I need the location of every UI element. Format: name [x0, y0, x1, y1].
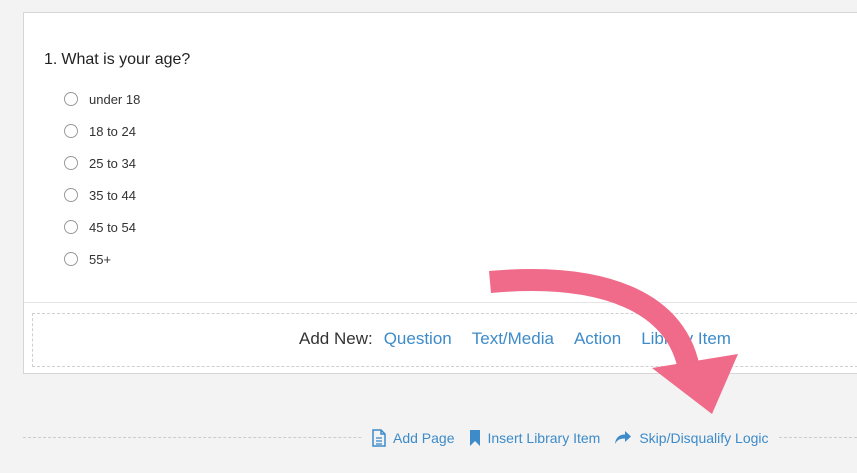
- skip-logic-button[interactable]: Skip/Disqualify Logic: [614, 430, 769, 446]
- skip-logic-label: Skip/Disqualify Logic: [639, 430, 769, 446]
- option-label: 45 to 54: [89, 219, 136, 235]
- option-label: 35 to 44: [89, 187, 136, 203]
- footer-actions: Add Page Insert Library Item Skip/Disqua…: [362, 426, 779, 450]
- answer-option[interactable]: 18 to 24: [64, 115, 140, 147]
- option-label: 18 to 24: [89, 123, 136, 139]
- answer-option[interactable]: 35 to 44: [64, 179, 140, 211]
- page-footer: Add Page Insert Library Item Skip/Disqua…: [0, 374, 857, 473]
- question-text: What is your age?: [61, 51, 191, 68]
- bookmark-icon: [469, 430, 480, 446]
- answer-option[interactable]: 55+: [64, 243, 140, 275]
- radio-button[interactable]: [64, 92, 78, 106]
- add-text-media-link[interactable]: Text/Media: [472, 329, 554, 349]
- add-page-label: Add Page: [393, 430, 455, 446]
- answer-option[interactable]: under 18: [64, 83, 140, 115]
- add-action-link[interactable]: Action: [574, 329, 621, 349]
- add-library-item-link[interactable]: Library Item: [641, 329, 731, 349]
- answer-option[interactable]: 45 to 54: [64, 211, 140, 243]
- share-arrow-icon: [615, 431, 632, 444]
- radio-button[interactable]: [64, 156, 78, 170]
- question-title: 1. What is your age?: [44, 51, 190, 69]
- add-page-button[interactable]: Add Page: [372, 429, 455, 447]
- add-new-label: Add New:: [299, 329, 373, 348]
- add-question-link[interactable]: Question: [384, 329, 452, 349]
- add-new-bar: Add New: Question Text/Media Action Libr…: [32, 313, 857, 367]
- radio-button[interactable]: [64, 188, 78, 202]
- question-block[interactable]: 1. What is your age? under 18 18 to 24 25…: [24, 13, 857, 303]
- insert-library-item-button[interactable]: Insert Library Item: [469, 430, 601, 446]
- radio-button[interactable]: [64, 220, 78, 234]
- answer-options: under 18 18 to 24 25 to 34 35 to 44 45 t…: [64, 83, 140, 275]
- add-new-row: Add New: Question Text/Media Action Libr…: [299, 329, 751, 349]
- top-strip: [0, 0, 857, 12]
- option-label: 25 to 34: [89, 155, 136, 171]
- document-icon: [372, 429, 386, 447]
- radio-button[interactable]: [64, 124, 78, 138]
- option-label: under 18: [89, 91, 141, 107]
- question-number: 1.: [44, 51, 58, 68]
- insert-library-item-label: Insert Library Item: [487, 430, 601, 446]
- survey-page-card: 1. What is your age? under 18 18 to 24 25…: [23, 12, 857, 374]
- option-label: 55+: [89, 251, 112, 267]
- radio-button[interactable]: [64, 252, 78, 266]
- answer-option[interactable]: 25 to 34: [64, 147, 140, 179]
